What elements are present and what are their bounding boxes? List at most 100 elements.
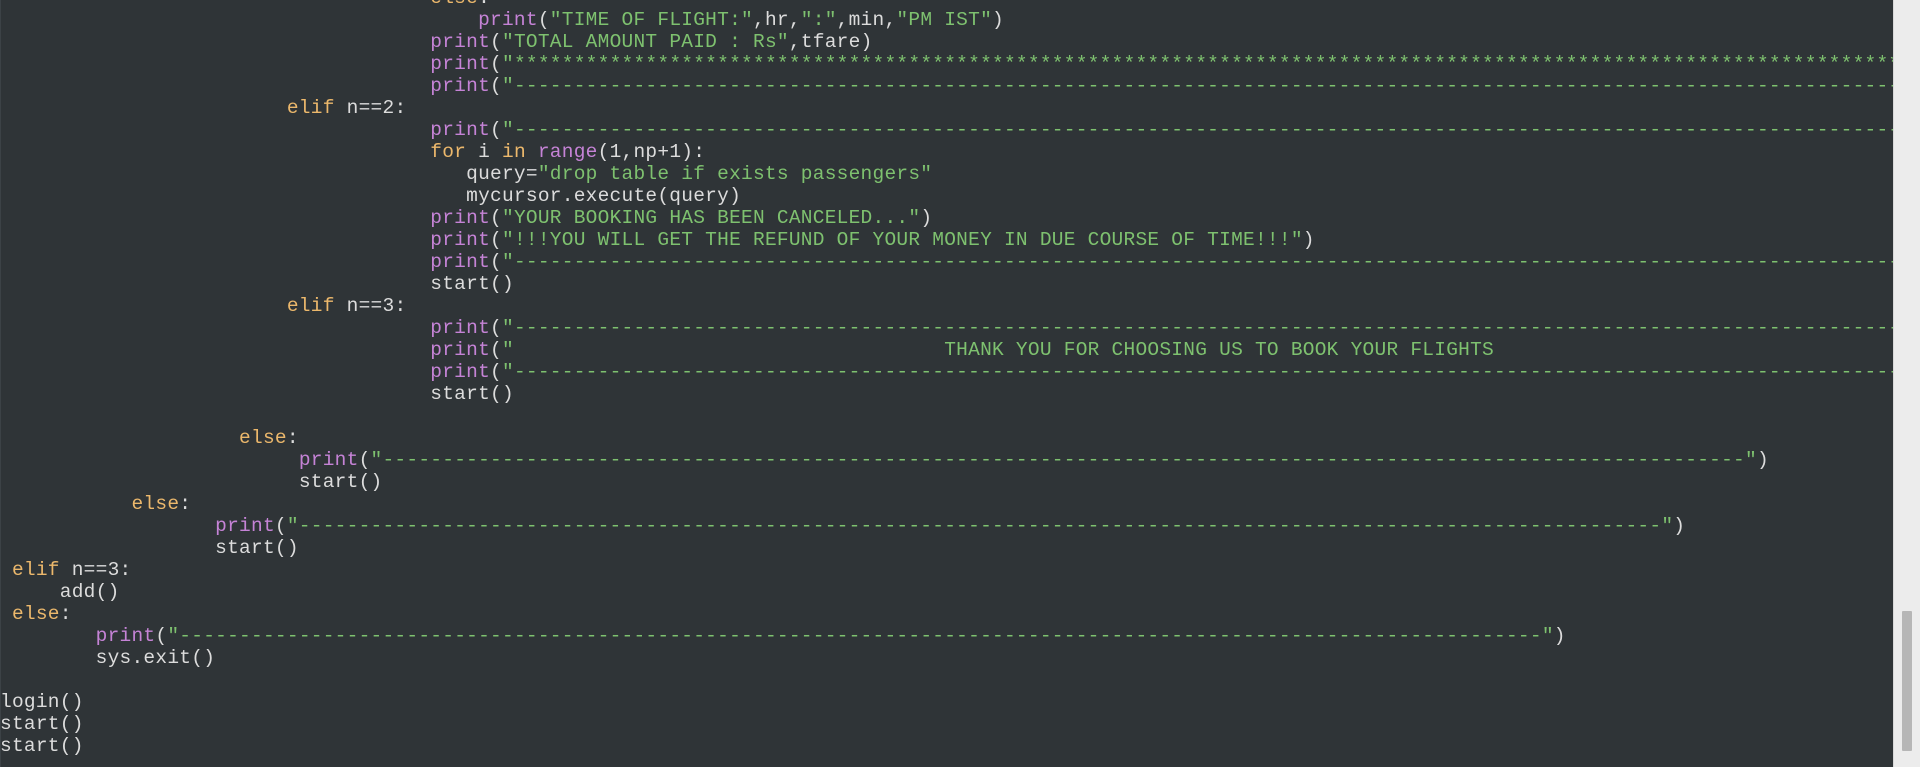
- code-line[interactable]: print(" THANK YOU FOR CHOOSING US TO BOO…: [0, 339, 1893, 361]
- token-fn: print: [430, 361, 491, 383]
- code-line[interactable]: print("*********************************…: [0, 53, 1893, 75]
- token-kw: else: [131, 493, 180, 515]
- token-ident: 1,np+1: [609, 141, 682, 163]
- token-str: "---------------------------------------…: [502, 317, 1893, 339]
- token-ident: start(): [215, 537, 299, 559]
- token-ident: i: [466, 141, 502, 163]
- token-str: "TIME OF FLIGHT:": [549, 9, 753, 31]
- token-punct: (: [490, 361, 502, 383]
- code-line[interactable]: start(): [0, 537, 1893, 559]
- code-area[interactable]: else: print("TIME OF FLIGHT:",hr,":",min…: [0, 0, 1893, 757]
- code-line[interactable]: print("YOUR BOOKING HAS BEEN CANCELED...…: [0, 207, 1893, 229]
- token-ident: add(): [59, 581, 120, 603]
- code-line[interactable]: print("---------------------------------…: [0, 449, 1893, 471]
- token-fn: print: [430, 53, 491, 75]
- code-line[interactable]: [0, 669, 1893, 691]
- token-str: "---------------------------------------…: [286, 515, 1674, 537]
- code-line[interactable]: elif n==2:: [0, 97, 1893, 119]
- token-punct: :: [394, 97, 407, 119]
- token-ident: sys.exit(): [95, 647, 216, 669]
- token-str: "---------------------------------------…: [370, 449, 1757, 471]
- token-fn: print: [430, 207, 491, 229]
- token-ident: start(): [0, 735, 84, 757]
- token-punct: :: [286, 427, 299, 449]
- code-line[interactable]: print("---------------------------------…: [0, 515, 1893, 537]
- code-line[interactable]: print("---------------------------------…: [0, 317, 1893, 339]
- code-line[interactable]: elif n==3:: [0, 295, 1893, 317]
- token-ident: start(): [298, 471, 383, 493]
- token-kw: else: [239, 427, 287, 449]
- token-kw: else: [430, 0, 478, 9]
- token-ident: [526, 141, 538, 163]
- code-line[interactable]: mycursor.execute(query): [0, 185, 1893, 207]
- code-line[interactable]: start(): [0, 273, 1893, 295]
- code-line[interactable]: add(): [0, 581, 1893, 603]
- token-str: "***************************************…: [502, 53, 1893, 75]
- token-punct: ): [992, 9, 1004, 31]
- token-fn: print: [430, 229, 491, 251]
- token-punct: ): [1673, 515, 1686, 537]
- token-punct: (: [490, 339, 502, 361]
- code-line[interactable]: start(): [0, 383, 1893, 405]
- code-line[interactable]: login(): [0, 691, 1893, 713]
- code-line[interactable]: print("---------------------------------…: [0, 251, 1893, 273]
- token-fn: print: [430, 119, 491, 141]
- token-ident: tfare: [800, 31, 861, 53]
- code-line[interactable]: for i in range(1,np+1):: [0, 141, 1893, 163]
- token-punct: ): [1756, 449, 1769, 471]
- code-line[interactable]: [0, 405, 1893, 427]
- token-fn: print: [215, 515, 275, 537]
- token-punct: (: [490, 207, 502, 229]
- code-line[interactable]: start(): [0, 735, 1893, 757]
- token-ident: start(): [430, 383, 514, 405]
- code-line[interactable]: print("!!!YOU WILL GET THE REFUND OF YOU…: [0, 229, 1893, 251]
- code-line[interactable]: else:: [0, 427, 1893, 449]
- code-line[interactable]: else:: [0, 0, 1893, 9]
- token-ident: start(): [430, 273, 514, 295]
- token-fn: print: [298, 449, 359, 471]
- code-line[interactable]: elif n==3:: [0, 559, 1893, 581]
- scrollbar-thumb[interactable]: [1902, 611, 1912, 751]
- code-line[interactable]: print("TIME OF FLIGHT:",hr,":",min,"PM I…: [0, 9, 1893, 31]
- code-line[interactable]: query="drop table if exists passengers": [0, 163, 1893, 185]
- code-line[interactable]: else:: [0, 493, 1893, 515]
- code-line[interactable]: sys.exit(): [0, 647, 1893, 669]
- token-punct: ,: [788, 31, 801, 53]
- token-punct: ,: [752, 9, 765, 31]
- token-punct: :: [394, 295, 407, 317]
- token-str: ":": [800, 9, 837, 31]
- code-line[interactable]: else:: [0, 603, 1893, 625]
- token-punct: (: [274, 515, 287, 537]
- token-fn: print: [430, 31, 491, 53]
- token-kw: else: [11, 603, 60, 625]
- code-line[interactable]: print("---------------------------------…: [0, 75, 1893, 97]
- code-line[interactable]: print("---------------------------------…: [0, 625, 1893, 647]
- token-kw: in: [502, 141, 526, 163]
- token-ident: hr: [764, 9, 789, 31]
- code-line[interactable]: print("---------------------------------…: [0, 361, 1893, 383]
- code-line[interactable]: start(): [0, 471, 1893, 493]
- token-fn: print: [430, 251, 491, 273]
- code-line[interactable]: start(): [0, 713, 1893, 735]
- code-line[interactable]: print("TOTAL AMOUNT PAID : Rs",tfare): [0, 31, 1893, 53]
- code-line[interactable]: print("---------------------------------…: [0, 119, 1893, 141]
- token-punct: ,: [788, 9, 801, 31]
- token-fn: range: [537, 141, 598, 163]
- token-fn: print: [430, 339, 491, 361]
- vertical-scrollbar[interactable]: [1893, 0, 1920, 767]
- code-editor[interactable]: else: print("TIME OF FLIGHT:",hr,":",min…: [0, 0, 1893, 767]
